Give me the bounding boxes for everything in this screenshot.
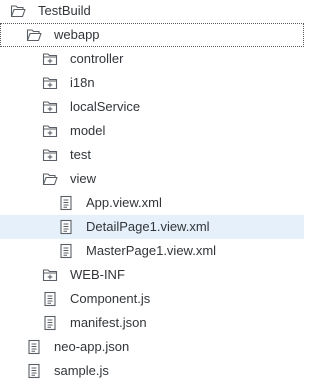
- tree-item-label: webapp: [54, 27, 100, 42]
- folder-open-icon[interactable]: [10, 3, 26, 19]
- folder-collapsed-icon[interactable]: [42, 123, 58, 139]
- document-icon[interactable]: [26, 339, 42, 355]
- tree-item-label: neo-app.json: [54, 339, 130, 354]
- tree-item-sample-js[interactable]: sample.js: [0, 359, 304, 383]
- folder-collapsed-icon[interactable]: [42, 267, 58, 283]
- tree-item-label: test: [70, 147, 91, 162]
- tree-item-label: localService: [70, 99, 141, 114]
- folder-collapsed-icon[interactable]: [42, 51, 58, 67]
- tree-item-label: Component.js: [70, 291, 151, 306]
- folder-collapsed-icon[interactable]: [42, 99, 58, 115]
- tree-item-test[interactable]: test: [0, 143, 304, 167]
- document-icon[interactable]: [42, 291, 58, 307]
- tree-item-app-view-xml[interactable]: App.view.xml: [0, 191, 304, 215]
- document-icon[interactable]: [58, 219, 74, 235]
- folder-collapsed-icon[interactable]: [42, 75, 58, 91]
- tree-item-testbuild[interactable]: TestBuild: [0, 0, 304, 23]
- tree-item-manifest-json[interactable]: manifest.json: [0, 311, 304, 335]
- tree-item-label: DetailPage1.view.xml: [86, 219, 210, 234]
- file-tree: TestBuild webapp controller i18n localServic…: [0, 0, 304, 387]
- tree-item-detailpage1-view-xml[interactable]: DetailPage1.view.xml: [0, 215, 304, 239]
- tree-item-label: controller: [70, 51, 124, 66]
- tree-item-label: MasterPage1.view.xml: [86, 243, 217, 258]
- tree-item-label: model: [70, 123, 106, 138]
- tree-item-neo-app-json[interactable]: neo-app.json: [0, 335, 304, 359]
- tree-item-view[interactable]: view: [0, 167, 304, 191]
- folder-open-icon[interactable]: [26, 27, 42, 43]
- tree-item-label: i18n: [70, 75, 95, 90]
- document-icon[interactable]: [58, 243, 74, 259]
- document-icon[interactable]: [58, 195, 74, 211]
- tree-item-component-js[interactable]: Component.js: [0, 287, 304, 311]
- folder-open-icon[interactable]: [42, 171, 58, 187]
- tree-item-controller[interactable]: controller: [0, 47, 304, 71]
- tree-item-localservice[interactable]: localService: [0, 95, 304, 119]
- folder-collapsed-icon[interactable]: [42, 147, 58, 163]
- tree-item-label: TestBuild: [38, 3, 91, 18]
- document-icon[interactable]: [42, 315, 58, 331]
- tree-item-label: manifest.json: [70, 315, 147, 330]
- tree-item-label: App.view.xml: [86, 195, 162, 210]
- tree-item-i18n[interactable]: i18n: [0, 71, 304, 95]
- tree-item-masterpage1-view-xml[interactable]: MasterPage1.view.xml: [0, 239, 304, 263]
- tree-item-model[interactable]: model: [0, 119, 304, 143]
- tree-item-webapp[interactable]: webapp: [0, 23, 304, 47]
- tree-item-label: view: [70, 171, 97, 186]
- tree-item-label: WEB-INF: [70, 267, 125, 282]
- document-icon[interactable]: [26, 363, 42, 379]
- tree-item-web-inf[interactable]: WEB-INF: [0, 263, 304, 287]
- tree-item-label: sample.js: [54, 363, 109, 378]
